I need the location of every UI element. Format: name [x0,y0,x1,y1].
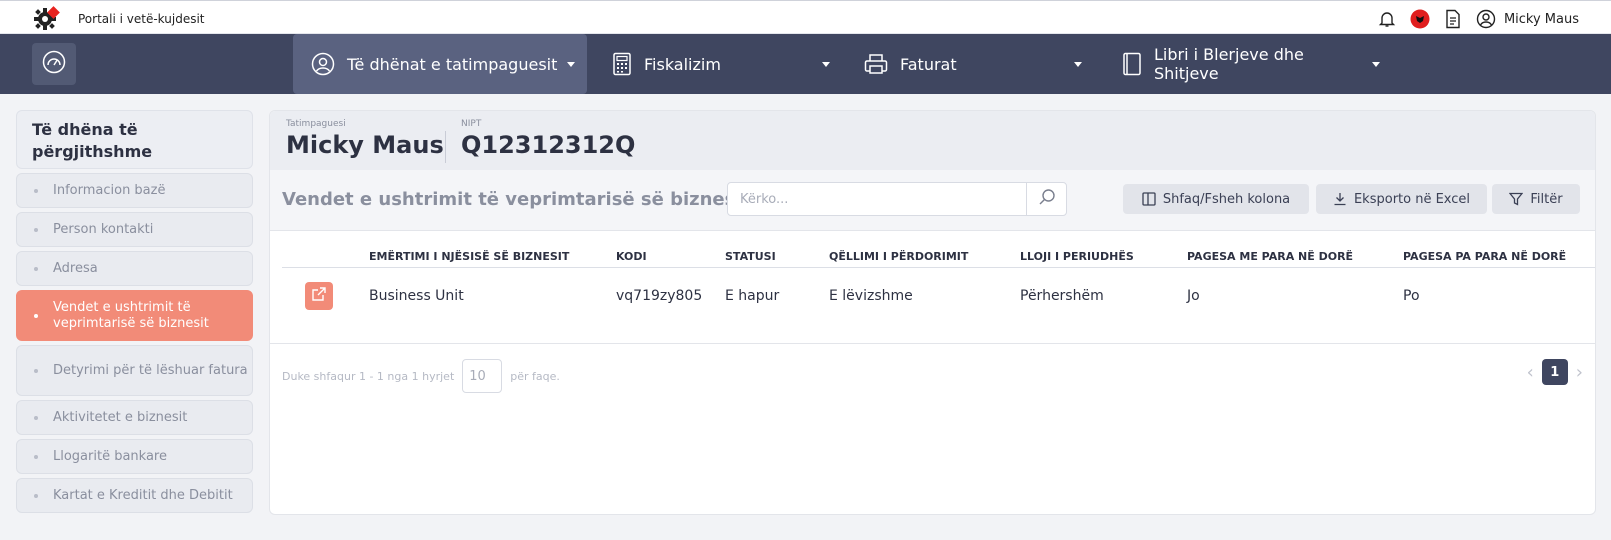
sidebar-item-bank-accounts[interactable]: Llogaritë bankare [16,439,253,474]
sidebar: Të dhëna të përgjithshme Informacion baz… [16,110,253,513]
export-excel-button[interactable]: Eksporto në Excel [1316,184,1487,214]
nav-label: Të dhënat e tatimpaguesit [347,54,558,74]
bell-icon[interactable] [1378,10,1396,28]
filter-label: Filtër [1530,191,1563,207]
main-nav: Të dhënat e tatimpaguesit Fiskalizim Fat… [0,34,1611,94]
header-divider [445,131,446,163]
taxpayer-name: Micky Maus [286,131,444,159]
main-panel: Tatimpaguesi Micky Maus NIPT Q12312312Q … [269,110,1596,515]
column-header[interactable]: EMËRTIMI I NJËSISË SË BIZNESIT [369,250,569,263]
chevron-left-icon[interactable]: ‹ [1527,362,1534,383]
user-circle-icon [311,52,335,76]
chevron-down-icon [567,61,576,67]
chevron-down-icon [1074,61,1082,67]
taxpayer-header: Tatimpaguesi Micky Maus NIPT Q12312312Q [270,111,1595,170]
chevron-right-icon[interactable]: › [1576,362,1583,383]
nav-label: Libri i Blerjeve dhe Shitjeve [1154,45,1304,83]
table-divider [270,343,1595,344]
toolbar: Vendet e ushtrimit të veprimtarisë së bi… [270,170,1595,231]
filter-button[interactable]: Filtër [1492,184,1580,214]
dashboard-button[interactable] [32,43,76,85]
pagination-info: Duke shfaqur 1 - 1 nga 1 hyrjet për faqe… [282,359,560,393]
book-icon [1122,52,1142,76]
calculator-icon [612,52,632,76]
search-input[interactable] [728,183,1018,215]
user-name[interactable]: Micky Maus [1504,12,1579,27]
filter-icon [1509,192,1524,206]
per-page-input[interactable] [462,359,503,393]
albania-flag-icon[interactable] [1410,9,1430,29]
column-header[interactable]: KODI [616,250,647,263]
nav-label: Fiskalizim [644,54,721,74]
toggle-columns-label: Shfaq/Fsheh kolona [1162,191,1291,207]
user-icon[interactable] [1476,9,1496,29]
page-button-current[interactable]: 1 [1541,359,1568,385]
cell-code: vq719zy805 [616,288,703,304]
nav-invoices[interactable]: Faturat [864,34,1082,94]
sidebar-item-basic-info[interactable]: Informacion bazë [16,173,253,208]
search-icon [1038,188,1056,210]
nav-label: Faturat [900,54,957,74]
cell-noncash-payment: Po [1403,288,1420,304]
chevron-down-icon [1372,61,1380,67]
document-icon[interactable] [1444,9,1462,29]
chevron-down-icon [822,61,830,67]
cell-purpose: E lëvizshme [829,288,913,304]
cell-status: E hapur [725,288,780,304]
printer-icon [864,53,888,75]
nav-taxpayer-data[interactable]: Të dhënat e tatimpaguesit [293,34,587,94]
sidebar-item-contact-person[interactable]: Person kontakti [16,212,253,247]
column-header[interactable]: LLOJI I PERIUDHËS [1020,250,1134,263]
sidebar-item-invoice-obligation[interactable]: Detyrimi për të lëshuar fatura [16,345,253,396]
business-units-table: EMËRTIMI I NJËSISË SË BIZNESIT KODI STAT… [282,244,1595,324]
external-link-icon [311,286,327,306]
column-header[interactable]: PAGESA PA PARA NË DORË [1403,250,1566,263]
toggle-columns-button[interactable]: Shfaq/Fsheh kolona [1123,184,1309,214]
columns-icon [1142,192,1156,206]
search-box [727,182,1067,216]
top-bar: Portali i vetë-kujdesit Micky Maus [0,0,1611,34]
gear-logo-icon [32,5,60,33]
pagination-controls: ‹ 1 › [1527,359,1583,385]
sidebar-item-credit-debit-cards[interactable]: Kartat e Kreditit dhe Debitit [16,478,253,513]
nipt-label: NIPT [461,119,482,129]
app-title: Portali i vetë-kujdesit [78,12,205,26]
table-row: Business Unit vq719zy805 E hapur E lëviz… [282,268,1595,324]
brand[interactable]: Portali i vetë-kujdesit [32,5,205,33]
per-page-suffix: për faqe. [510,369,560,383]
open-row-button[interactable] [305,282,333,310]
search-button[interactable] [1026,183,1066,215]
column-header[interactable]: STATUSI [725,250,776,263]
sidebar-item-business-activities[interactable]: Aktivitetet e biznesit [16,400,253,435]
nav-fiscalization[interactable]: Fiskalizim [612,34,830,94]
nipt-value: Q12312312Q [461,131,636,159]
download-icon [1333,192,1347,206]
export-excel-label: Eksporto në Excel [1353,191,1471,207]
cell-unit-name: Business Unit [369,288,464,304]
showing-text: Duke shfaqur 1 - 1 nga 1 hyrjet [282,369,455,383]
table-header-row: EMËRTIMI I NJËSISË SË BIZNESIT KODI STAT… [282,244,1595,268]
nav-purchase-sales-book[interactable]: Libri i Blerjeve dhe Shitjeve [1122,34,1380,94]
sidebar-item-address[interactable]: Adresa [16,251,253,286]
column-header[interactable]: QËLLIMI I PËRDORIMIT [829,250,968,263]
column-header[interactable]: PAGESA ME PARA NË DORË [1187,250,1353,263]
cell-period-type: Përhershëm [1020,288,1104,304]
cell-cash-payment: Jo [1187,288,1200,304]
speedometer-icon [41,49,67,79]
section-title: Vendet e ushtrimit të veprimtarisë së bi… [282,189,751,210]
sidebar-item-business-locations[interactable]: Vendet e ushtrimit të veprimtarisë së bi… [16,290,253,341]
sidebar-header: Të dhëna të përgjithshme [16,110,253,169]
taxpayer-label: Tatimpaguesi [286,119,346,129]
